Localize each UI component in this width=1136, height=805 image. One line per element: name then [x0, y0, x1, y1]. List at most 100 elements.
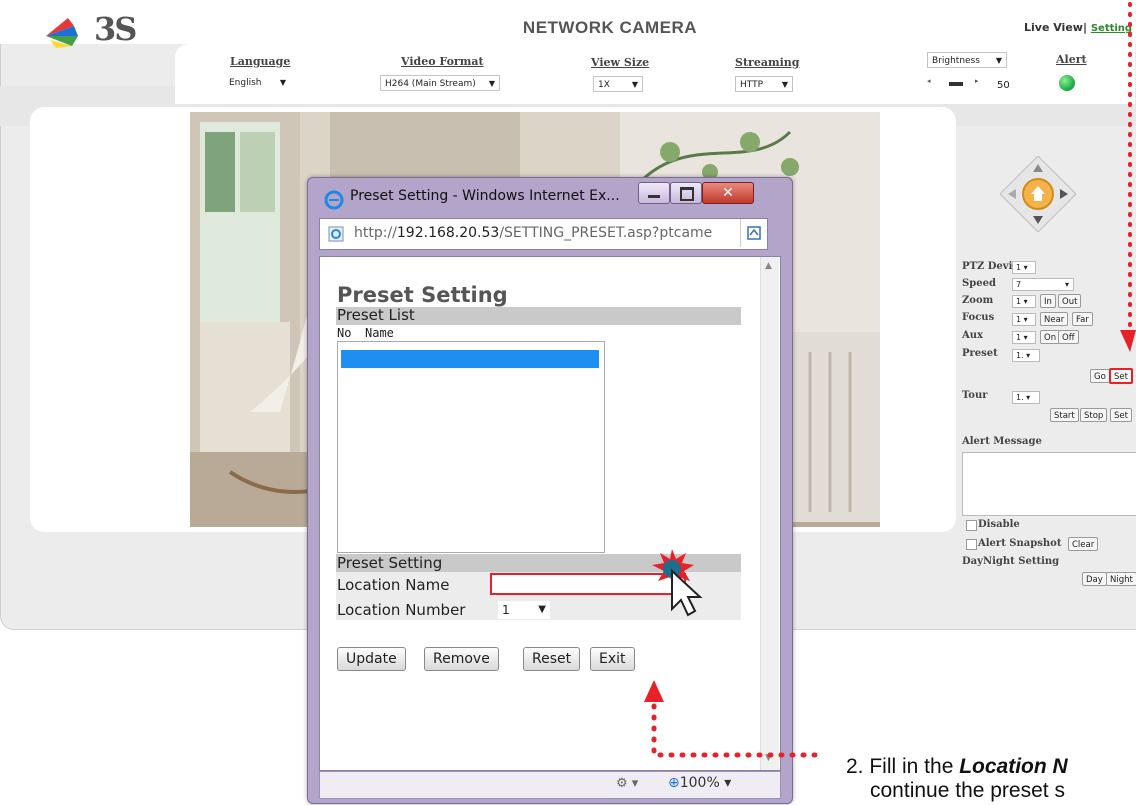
zoom-level[interactable]: ⊕100% ▾	[668, 775, 731, 791]
focus-near-button[interactable]: Near	[1040, 312, 1069, 326]
clear-button[interactable]: Clear	[1068, 537, 1099, 551]
alert-snapshot-label: Alert Snapshot	[978, 538, 1062, 549]
window-controls: ✕	[638, 182, 778, 204]
focus-select[interactable]: 1 ▾	[1012, 313, 1036, 326]
video-format-label: Video Format	[401, 55, 484, 68]
streaming-value: HTTP	[740, 80, 764, 90]
location-number-label: Location Number	[337, 601, 466, 619]
preset-label: Preset	[962, 348, 998, 359]
tour-select[interactable]: 1. ▾	[1012, 391, 1040, 404]
instruction-line1: 2. Fill in the	[846, 755, 960, 778]
instruction-text: 2. Fill in the Location N continue the p…	[846, 755, 1068, 803]
brightness-select[interactable]: Brightness ▼	[927, 52, 1007, 68]
close-icon: ✕	[722, 185, 734, 201]
speed-select[interactable]: 7 ▾	[1012, 278, 1074, 291]
window-title: Preset Setting - Windows Internet Ex...	[350, 188, 620, 204]
zoom-icon: ⊕	[668, 775, 680, 791]
update-button[interactable]: Update	[337, 647, 406, 671]
video-format-select[interactable]: H264 (Main Stream) ▼	[380, 75, 500, 91]
language-label: Language	[230, 55, 291, 68]
zoom-label: Zoom	[962, 295, 994, 306]
3s-logo-icon	[46, 18, 78, 48]
scroll-up-icon[interactable]: ▲	[765, 261, 772, 271]
view-size-select[interactable]: 1X ▼	[593, 76, 643, 92]
alert-status-indicator	[1059, 75, 1075, 91]
chevron-down-icon: ▼	[279, 78, 286, 87]
zoom-in-button[interactable]: In	[1040, 294, 1056, 308]
location-name-label: Location Name	[337, 576, 450, 594]
chevron-down-icon: ▼	[995, 56, 1002, 65]
preset-setting-heading: Preset Setting	[337, 283, 508, 307]
reset-button[interactable]: Reset	[523, 647, 581, 671]
exit-button[interactable]: Exit	[590, 647, 635, 671]
brightness-level: 50	[997, 80, 1010, 91]
minimize-button[interactable]	[638, 182, 670, 204]
preset-select[interactable]: 1. ▾	[1012, 349, 1040, 362]
alert-label: Alert	[1056, 53, 1087, 66]
url-host: 192.168.20.53	[396, 225, 500, 241]
brightness-value: Brightness	[932, 56, 980, 66]
slider-thumb[interactable]	[949, 82, 963, 86]
alert-message-box[interactable]	[962, 452, 1136, 516]
location-number-select[interactable]: 1 ▼	[498, 601, 550, 619]
security-icon[interactable]: ⚙ ▾	[616, 776, 638, 791]
slider-right-arrow-icon[interactable]: ▸	[975, 77, 979, 85]
view-size-value: 1X	[598, 80, 610, 90]
address-url: http://192.168.20.53/SETTING_PRESET.asp?…	[354, 225, 712, 241]
address-bar[interactable]: http://192.168.20.53/SETTING_PRESET.asp?…	[319, 218, 768, 250]
preset-listbox[interactable]	[337, 341, 605, 553]
focus-value: 1	[1016, 315, 1022, 324]
column-name: Name	[365, 326, 394, 340]
view-size-label: View Size	[591, 56, 650, 69]
page-title: NETWORK CAMERA	[522, 18, 698, 37]
instruction-emphasis: Location N	[959, 755, 1068, 778]
language-select[interactable]: English ▼	[225, 75, 290, 91]
logo-text: 3S	[94, 10, 137, 48]
annotation-arrow	[644, 680, 819, 758]
aux-off-button[interactable]: Off	[1058, 330, 1079, 344]
disable-checkbox[interactable]	[966, 520, 977, 531]
alert-snapshot-checkbox[interactable]	[966, 539, 977, 550]
day-button[interactable]: Day	[1082, 572, 1107, 586]
streaming-select[interactable]: HTTP ▼	[735, 76, 793, 92]
url-path: /SETTING_PRESET.asp?ptcame	[499, 225, 713, 241]
ptz-direction-pad[interactable]	[1000, 156, 1076, 232]
aux-label: Aux	[962, 330, 983, 341]
chevron-down-icon: ▼	[631, 80, 638, 89]
selected-list-item[interactable]	[341, 350, 599, 368]
remove-button[interactable]: Remove	[424, 647, 499, 671]
ptz-device-select[interactable]: 1 ▾	[1012, 261, 1036, 274]
link-separator: |	[1082, 21, 1087, 34]
preset-value: 1.	[1016, 351, 1024, 360]
compatibility-view-button[interactable]	[740, 219, 767, 247]
url-prefix: http://	[354, 225, 397, 241]
aux-value: 1	[1016, 333, 1022, 342]
page-icon	[328, 226, 344, 242]
aux-select[interactable]: 1 ▾	[1012, 331, 1036, 344]
instruction-line2: continue the preset s	[870, 779, 1065, 802]
zoom-select[interactable]: 1 ▾	[1012, 295, 1036, 308]
toolbar: Language English ▼ Video Format H264 (Mai…	[175, 44, 1135, 104]
tour-start-button[interactable]: Start	[1050, 408, 1079, 422]
tour-set-button[interactable]: Set	[1110, 408, 1132, 422]
chevron-down-icon: ▼	[781, 80, 788, 89]
alert-message-label: Alert Message	[962, 436, 1042, 447]
location-number-value: 1	[502, 603, 510, 617]
disable-label: Disable	[978, 519, 1020, 530]
zoom-out-button[interactable]: Out	[1058, 294, 1082, 308]
focus-far-button[interactable]: Far	[1072, 312, 1093, 326]
maximize-button[interactable]	[670, 182, 702, 204]
live-view-link[interactable]: Live View	[1024, 21, 1083, 34]
column-no: No	[337, 326, 352, 340]
night-button[interactable]: Night	[1106, 572, 1136, 586]
minimize-icon	[648, 195, 660, 198]
speed-label: Speed	[962, 278, 996, 289]
brightness-slider[interactable]: ◂ ▸	[927, 77, 987, 90]
tour-stop-button[interactable]: Stop	[1080, 408, 1108, 422]
zoom-value: 1	[1016, 297, 1022, 306]
close-button[interactable]: ✕	[702, 182, 754, 204]
language-value: English	[229, 78, 262, 88]
ptz-device-value: 1	[1016, 263, 1022, 272]
slider-left-arrow-icon[interactable]: ◂	[927, 77, 931, 85]
focus-label: Focus	[962, 312, 995, 323]
